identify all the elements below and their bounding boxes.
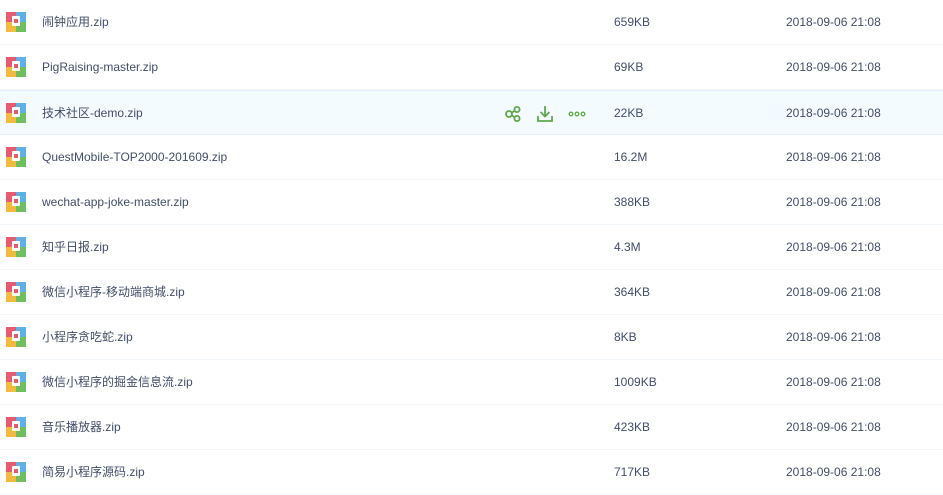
file-row[interactable]: PigRaising-master.zip 69KB 2018-09-06 21…: [0, 45, 943, 90]
file-date: 2018-09-06 21:08: [786, 240, 881, 254]
file-name[interactable]: QuestMobile-TOP2000-201609.zip: [42, 135, 227, 180]
file-size: 8KB: [614, 330, 637, 344]
file-size: 16.2M: [614, 150, 648, 164]
zip-archive-icon: [6, 282, 26, 302]
file-name[interactable]: PigRaising-master.zip: [42, 45, 158, 90]
file-row[interactable]: 简易小程序源码.zip 717KB 2018-09-06 21:08: [0, 450, 943, 495]
file-name[interactable]: 闹钟应用.zip: [42, 0, 109, 45]
zip-archive-icon: [6, 192, 26, 212]
file-size: 423KB: [614, 420, 651, 434]
zip-archive-icon: [6, 372, 26, 392]
file-row[interactable]: QuestMobile-TOP2000-201609.zip 16.2M 201…: [0, 135, 943, 180]
zip-archive-icon: [6, 57, 26, 77]
file-date: 2018-09-06 21:08: [786, 465, 881, 479]
file-date: 2018-09-06 21:08: [786, 106, 881, 120]
zip-archive-icon: [6, 12, 26, 32]
file-date: 2018-09-06 21:08: [786, 60, 881, 74]
file-row[interactable]: 小程序贪吃蛇.zip 8KB 2018-09-06 21:08: [0, 315, 943, 360]
file-name[interactable]: 微信小程序的掘金信息流.zip: [42, 360, 193, 405]
file-size: 717KB: [614, 465, 651, 479]
zip-archive-icon: [6, 327, 26, 347]
file-date: 2018-09-06 21:08: [786, 375, 881, 389]
file-name[interactable]: 简易小程序源码.zip: [42, 450, 145, 495]
file-size: 4.3M: [614, 240, 641, 254]
file-size: 22KB: [614, 106, 644, 120]
file-name[interactable]: 微信小程序-移动端商城.zip: [42, 270, 185, 315]
zip-archive-icon: [6, 237, 26, 257]
file-size: 69KB: [614, 60, 644, 74]
file-size: 659KB: [614, 15, 651, 29]
zip-archive-icon: [6, 417, 26, 437]
file-row[interactable]: 微信小程序-移动端商城.zip 364KB 2018-09-06 21:08: [0, 270, 943, 315]
file-row[interactable]: 闹钟应用.zip 659KB 2018-09-06 21:08: [0, 0, 943, 45]
file-date: 2018-09-06 21:08: [786, 330, 881, 344]
file-name[interactable]: wechat-app-joke-master.zip: [42, 180, 189, 225]
file-size: 388KB: [614, 195, 651, 209]
file-size: 1009KB: [614, 375, 657, 389]
file-date: 2018-09-06 21:08: [786, 150, 881, 164]
zip-archive-icon: [6, 147, 26, 167]
file-row[interactable]: 知乎日报.zip 4.3M 2018-09-06 21:08: [0, 225, 943, 270]
file-date: 2018-09-06 21:08: [786, 285, 881, 299]
file-date: 2018-09-06 21:08: [786, 15, 881, 29]
file-name[interactable]: 知乎日报.zip: [42, 225, 109, 270]
file-row[interactable]: 音乐播放器.zip 423KB 2018-09-06 21:08: [0, 405, 943, 450]
file-name[interactable]: 音乐播放器.zip: [42, 405, 121, 450]
more-icon[interactable]: [568, 105, 586, 123]
file-row[interactable]: 微信小程序的掘金信息流.zip 1009KB 2018-09-06 21:08: [0, 360, 943, 405]
file-name[interactable]: 小程序贪吃蛇.zip: [42, 315, 133, 360]
file-list: 闹钟应用.zip 659KB 2018-09-06 21:08 PigRaisi…: [0, 0, 943, 495]
file-name[interactable]: 技术社区-demo.zip: [42, 91, 143, 136]
zip-archive-icon: [6, 462, 26, 482]
file-size: 364KB: [614, 285, 651, 299]
zip-archive-icon: [6, 103, 26, 123]
download-icon[interactable]: [536, 105, 554, 123]
file-date: 2018-09-06 21:08: [786, 195, 881, 209]
file-date: 2018-09-06 21:08: [786, 420, 881, 434]
file-row-selected[interactable]: 技术社区-demo.zip 22KB 2018-09-06 21:08: [0, 90, 943, 135]
file-row[interactable]: wechat-app-joke-master.zip 388KB 2018-09…: [0, 180, 943, 225]
share-icon[interactable]: [504, 105, 522, 123]
